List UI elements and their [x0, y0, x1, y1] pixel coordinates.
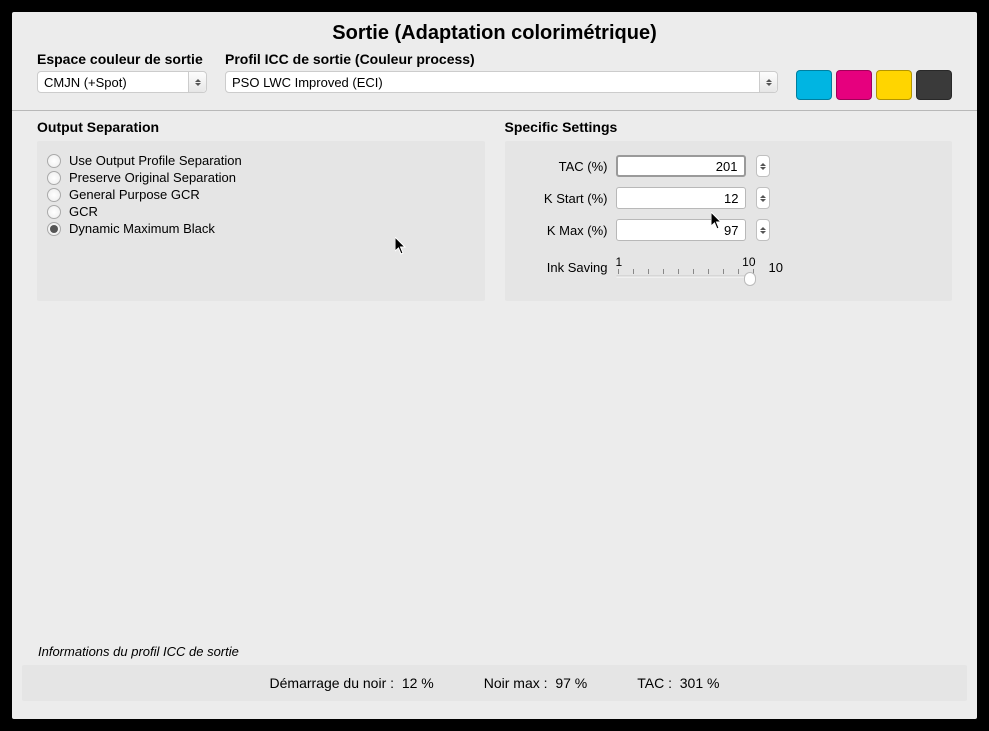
info-tac: TAC : 301 %	[637, 675, 719, 691]
tac-input-wrap	[616, 155, 746, 177]
swatch-yellow	[876, 70, 912, 100]
radio-option[interactable]: Preserve Original Separation	[47, 170, 475, 185]
page-title: Sortie (Adaptation colorimétrique)	[12, 12, 977, 51]
field-profil-icc: Profil ICC de sortie (Couleur process) P…	[225, 51, 778, 93]
radio-icon[interactable]	[47, 154, 61, 168]
info-title: Informations du profil ICC de sortie	[38, 644, 967, 659]
slider-thumb[interactable]	[744, 272, 756, 286]
profil-icc-value: PSO LWC Improved (ECI)	[232, 75, 383, 90]
info-section: Informations du profil ICC de sortie Dém…	[12, 644, 977, 719]
radio-label: Dynamic Maximum Black	[69, 221, 215, 236]
ink-saving-slider[interactable]: 1 10	[616, 251, 756, 283]
profil-icc-label: Profil ICC de sortie (Couleur process)	[225, 51, 778, 67]
swatch-magenta	[836, 70, 872, 100]
ink-saving-row: Ink Saving 1 10 10	[523, 251, 935, 283]
radio-icon[interactable]	[47, 188, 61, 202]
divider	[12, 110, 977, 111]
kstart-row: K Start (%)	[523, 187, 935, 209]
specific-settings-panel: TAC (%) K Start (%) K Max (%)	[505, 141, 953, 301]
espace-couleur-label: Espace couleur de sortie	[37, 51, 207, 67]
tac-row: TAC (%)	[523, 155, 935, 177]
kstart-input[interactable]	[617, 188, 745, 208]
chevron-updown-icon	[759, 72, 777, 92]
kstart-stepper[interactable]	[756, 187, 770, 209]
window: Sortie (Adaptation colorimétrique) Espac…	[12, 12, 977, 719]
kmax-stepper[interactable]	[756, 219, 770, 241]
kmax-row: K Max (%)	[523, 219, 935, 241]
field-espace-couleur: Espace couleur de sortie CMJN (+Spot)	[37, 51, 207, 93]
espace-couleur-select[interactable]: CMJN (+Spot)	[37, 71, 207, 93]
radio-option[interactable]: Use Output Profile Separation	[47, 153, 475, 168]
tac-label: TAC (%)	[523, 159, 608, 174]
slider-min: 1	[616, 255, 623, 269]
tac-stepper[interactable]	[756, 155, 770, 177]
radio-option[interactable]: Dynamic Maximum Black	[47, 221, 475, 236]
info-nmax: Noir max : 97 %	[484, 675, 588, 691]
info-dnoir: Démarrage du noir : 12 %	[270, 675, 434, 691]
swatch-black	[916, 70, 952, 100]
espace-couleur-value: CMJN (+Spot)	[44, 75, 127, 90]
kmax-input[interactable]	[617, 220, 745, 240]
radio-icon[interactable]	[47, 222, 61, 236]
output-separation-panel: Use Output Profile Separation Preserve Or…	[37, 141, 485, 301]
info-bar: Démarrage du noir : 12 % Noir max : 97 %…	[22, 665, 967, 701]
radio-label: Preserve Original Separation	[69, 170, 236, 185]
radio-icon[interactable]	[47, 205, 61, 219]
kmax-input-wrap	[616, 219, 746, 241]
slider-value: 10	[769, 260, 783, 275]
profil-icc-select[interactable]: PSO LWC Improved (ECI)	[225, 71, 778, 93]
radio-label: GCR	[69, 204, 98, 219]
radio-option[interactable]: General Purpose GCR	[47, 187, 475, 202]
kstart-input-wrap	[616, 187, 746, 209]
tac-input[interactable]	[618, 157, 744, 175]
main-area: Output Separation Use Output Profile Sep…	[12, 119, 977, 301]
radio-label: Use Output Profile Separation	[69, 153, 242, 168]
color-swatches	[796, 51, 952, 100]
ink-saving-label: Ink Saving	[523, 260, 608, 275]
radio-label: General Purpose GCR	[69, 187, 200, 202]
slider-max: 10	[742, 255, 755, 269]
output-separation-title: Output Separation	[37, 119, 485, 135]
swatch-cyan	[796, 70, 832, 100]
specific-settings-title: Specific Settings	[505, 119, 953, 135]
top-row: Espace couleur de sortie CMJN (+Spot) Pr…	[12, 51, 977, 110]
chevron-updown-icon	[188, 72, 206, 92]
radio-option[interactable]: GCR	[47, 204, 475, 219]
radio-icon[interactable]	[47, 171, 61, 185]
kmax-label: K Max (%)	[523, 223, 608, 238]
kstart-label: K Start (%)	[523, 191, 608, 206]
